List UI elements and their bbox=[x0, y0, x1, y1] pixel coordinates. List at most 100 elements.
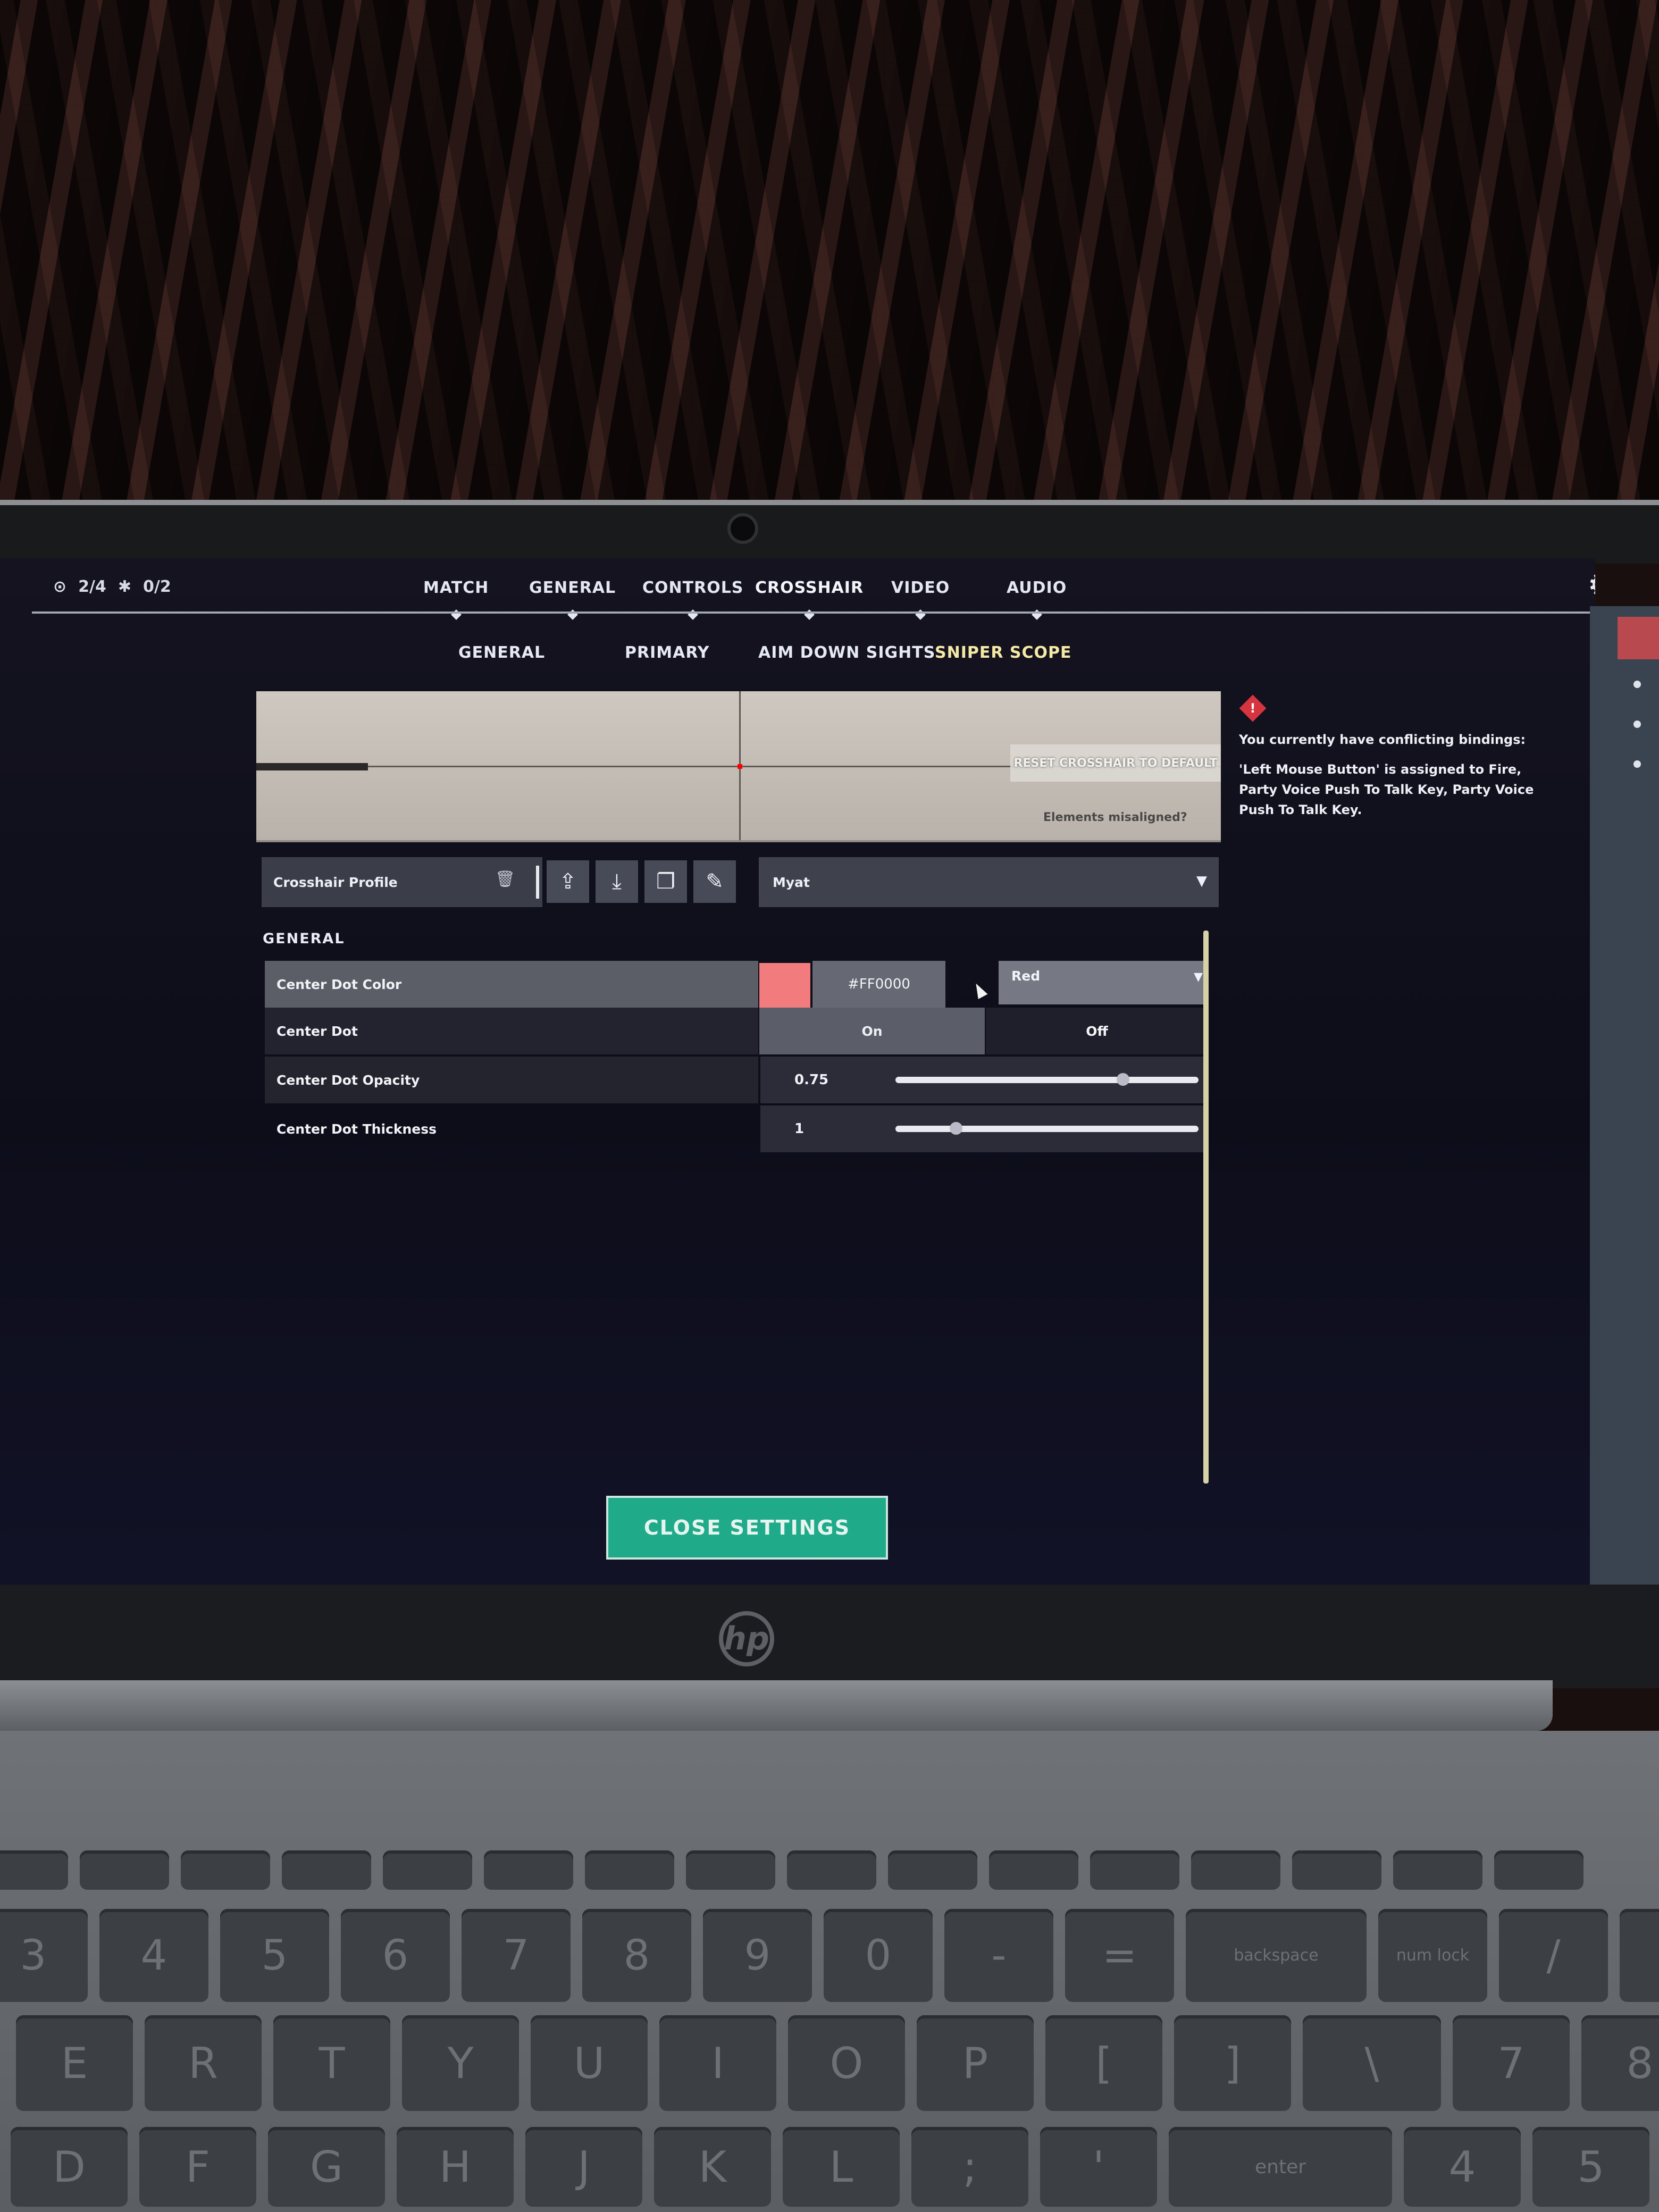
keyboard-key: 8 bbox=[1581, 2015, 1659, 2111]
hex-color-input[interactable]: #FF0000 bbox=[812, 961, 945, 1008]
subtab-aim-down-sights[interactable]: AIM DOWN SIGHTS bbox=[758, 643, 935, 662]
color-select[interactable]: Red ▼ bbox=[999, 961, 1208, 1004]
conflict-heading: You currently have conflicting bindings: bbox=[1239, 732, 1526, 747]
tab-match-label: MATCH bbox=[423, 579, 489, 597]
opacity-value[interactable]: 0.75 bbox=[794, 1057, 828, 1103]
keyboard-key bbox=[989, 1850, 1078, 1890]
elements-misaligned-link[interactable]: Elements misaligned? bbox=[1043, 811, 1187, 824]
keyboard-key bbox=[787, 1850, 876, 1890]
keyboard-key: 6 bbox=[341, 1909, 450, 2002]
keyboard-key: G bbox=[268, 2127, 385, 2207]
keyboard-key: R bbox=[145, 2015, 262, 2111]
keyboard-key: ' bbox=[1040, 2127, 1157, 2207]
keyboard-key bbox=[282, 1850, 371, 1890]
keyboard-key bbox=[585, 1850, 674, 1890]
keyboard-key: U bbox=[531, 2015, 648, 2111]
keyboard-key: [ bbox=[1045, 2015, 1162, 2111]
keyboard-key: ] bbox=[1174, 2015, 1291, 2111]
close-settings-button[interactable]: CLOSE SETTINGS bbox=[606, 1496, 888, 1560]
keyboard-key: D bbox=[11, 2127, 128, 2207]
keyboard-key bbox=[1494, 1850, 1583, 1890]
keyboard-key: E bbox=[16, 2015, 133, 2111]
subtab-sniper-scope[interactable]: SNIPER SCOPE bbox=[935, 643, 1072, 662]
keyboard-key: J bbox=[525, 2127, 642, 2207]
keyboard-key: H bbox=[397, 2127, 514, 2207]
center-dot-off-toggle[interactable]: Off bbox=[986, 1008, 1208, 1054]
rename-icon[interactable]: ✎ bbox=[693, 860, 736, 903]
preview-shadow-bar bbox=[256, 763, 368, 770]
download-icon[interactable]: ⤓ bbox=[596, 860, 638, 903]
center-dot-on-toggle[interactable]: On bbox=[759, 1008, 985, 1054]
color-select-value: Red bbox=[1011, 968, 1041, 984]
slider-handle[interactable] bbox=[1116, 1073, 1129, 1086]
keyboard-key bbox=[181, 1850, 270, 1890]
settings-scrollbar[interactable] bbox=[1203, 931, 1209, 1484]
laptop-hinge bbox=[0, 1680, 1553, 1731]
warning-icon: ! bbox=[1239, 694, 1267, 722]
setting-row-center-dot: Center Dot On Off bbox=[265, 1008, 1208, 1054]
match-stats: ⊙ 2/4 ✱ 0/2 bbox=[53, 577, 171, 596]
keyboard-key: = bbox=[1065, 1909, 1174, 2002]
gear-icon[interactable]: ⚙ bbox=[1587, 568, 1595, 602]
color-swatch[interactable] bbox=[759, 963, 810, 1009]
thickness-value[interactable]: 1 bbox=[794, 1105, 804, 1152]
keyboard-key bbox=[383, 1850, 472, 1890]
conflict-detail: 'Left Mouse Button' is assigned to Fire,… bbox=[1239, 762, 1534, 817]
keyboard-key: / bbox=[1499, 1909, 1608, 2002]
subtab-primary[interactable]: PRIMARY bbox=[625, 643, 710, 662]
reset-crosshair-button[interactable]: RESET CROSSHAIR TO DEFAULT bbox=[1010, 744, 1221, 782]
keyboard-key bbox=[0, 1850, 68, 1890]
setting-label: Center Dot Color bbox=[265, 961, 758, 1008]
keyboard-key: K bbox=[654, 2127, 771, 2207]
indicator-dot bbox=[1633, 720, 1641, 728]
keyboard-key: 7 bbox=[462, 1909, 571, 2002]
keyboard-key: 9 bbox=[703, 1909, 812, 2002]
laptop-bezel-top bbox=[0, 500, 1659, 564]
crosshair-center-dot bbox=[738, 764, 742, 769]
tab-crosshair-label: CROSSHAIR bbox=[755, 579, 864, 597]
keyboard-key bbox=[1090, 1850, 1179, 1890]
keyboard-key: L bbox=[783, 2127, 900, 2207]
keyboard-key: 0 bbox=[824, 1909, 933, 2002]
keyboard-key: enter bbox=[1169, 2127, 1392, 2207]
keyboard-key bbox=[1292, 1850, 1381, 1890]
setting-label: Center Dot bbox=[265, 1008, 758, 1054]
keyboard-key: Y bbox=[402, 2015, 519, 2111]
keyboard-key: 8 bbox=[582, 1909, 691, 2002]
keyboard-key: num lock bbox=[1378, 1909, 1487, 2002]
setting-row-center-dot-thickness: Center Dot Thickness 1 bbox=[265, 1105, 1208, 1152]
keyboard-key bbox=[1393, 1850, 1482, 1890]
ability-count: 0/2 bbox=[143, 577, 171, 596]
agent-count-icon: ⊙ bbox=[53, 577, 67, 596]
chevron-down-icon: ▼ bbox=[1194, 970, 1203, 984]
thickness-slider[interactable] bbox=[895, 1122, 1199, 1135]
keyboard-key: 5 bbox=[220, 1909, 329, 2002]
conflicting-bindings-notice: ! You currently have conflicting binding… bbox=[1239, 691, 1537, 830]
keyboard-key: 4 bbox=[99, 1909, 208, 2002]
keyboard-key: * bbox=[1620, 1909, 1659, 2002]
slider-handle[interactable] bbox=[950, 1122, 962, 1135]
crosshair-profile-select[interactable]: Myat ▼ bbox=[759, 857, 1219, 907]
tab-underline bbox=[32, 611, 1595, 614]
tab-audio-label: AUDIO bbox=[1007, 579, 1067, 597]
chevron-down-icon: ▼ bbox=[1196, 873, 1207, 889]
crosshair-profile-row: Crosshair Profile 🗑 ⇪ ⤓ ❐ ✎ Myat ▼ bbox=[262, 857, 1219, 907]
keyboard-key: T bbox=[273, 2015, 390, 2111]
indicator-dot bbox=[1633, 681, 1641, 688]
function-key-row bbox=[0, 1850, 1583, 1890]
subtab-general[interactable]: GENERAL bbox=[458, 643, 545, 662]
screen-edge-panel bbox=[1590, 606, 1659, 1585]
tab-video-label: VIDEO bbox=[891, 579, 950, 597]
setting-row-center-dot-opacity: Center Dot Opacity 0.75 bbox=[265, 1057, 1208, 1103]
opacity-slider[interactable] bbox=[895, 1073, 1199, 1086]
upload-icon[interactable]: ⇪ bbox=[547, 860, 589, 903]
thickness-control: 1 bbox=[760, 1105, 1208, 1152]
trash-icon[interactable]: 🗑 bbox=[495, 870, 516, 894]
copy-icon[interactable]: ❐ bbox=[644, 860, 687, 903]
keyboard-key bbox=[686, 1850, 775, 1890]
settings-top-bar: ⊙ 2/4 ✱ 0/2 MATCH GENERAL CONTROLS CROSS… bbox=[0, 558, 1595, 620]
opacity-control: 0.75 bbox=[760, 1057, 1208, 1103]
number-key-row: 3 4 5 6 7 8 9 0 - = backspace num lock /… bbox=[0, 1909, 1659, 2002]
keyboard-key: - bbox=[944, 1909, 1053, 2002]
agent-count: 2/4 bbox=[78, 577, 106, 596]
